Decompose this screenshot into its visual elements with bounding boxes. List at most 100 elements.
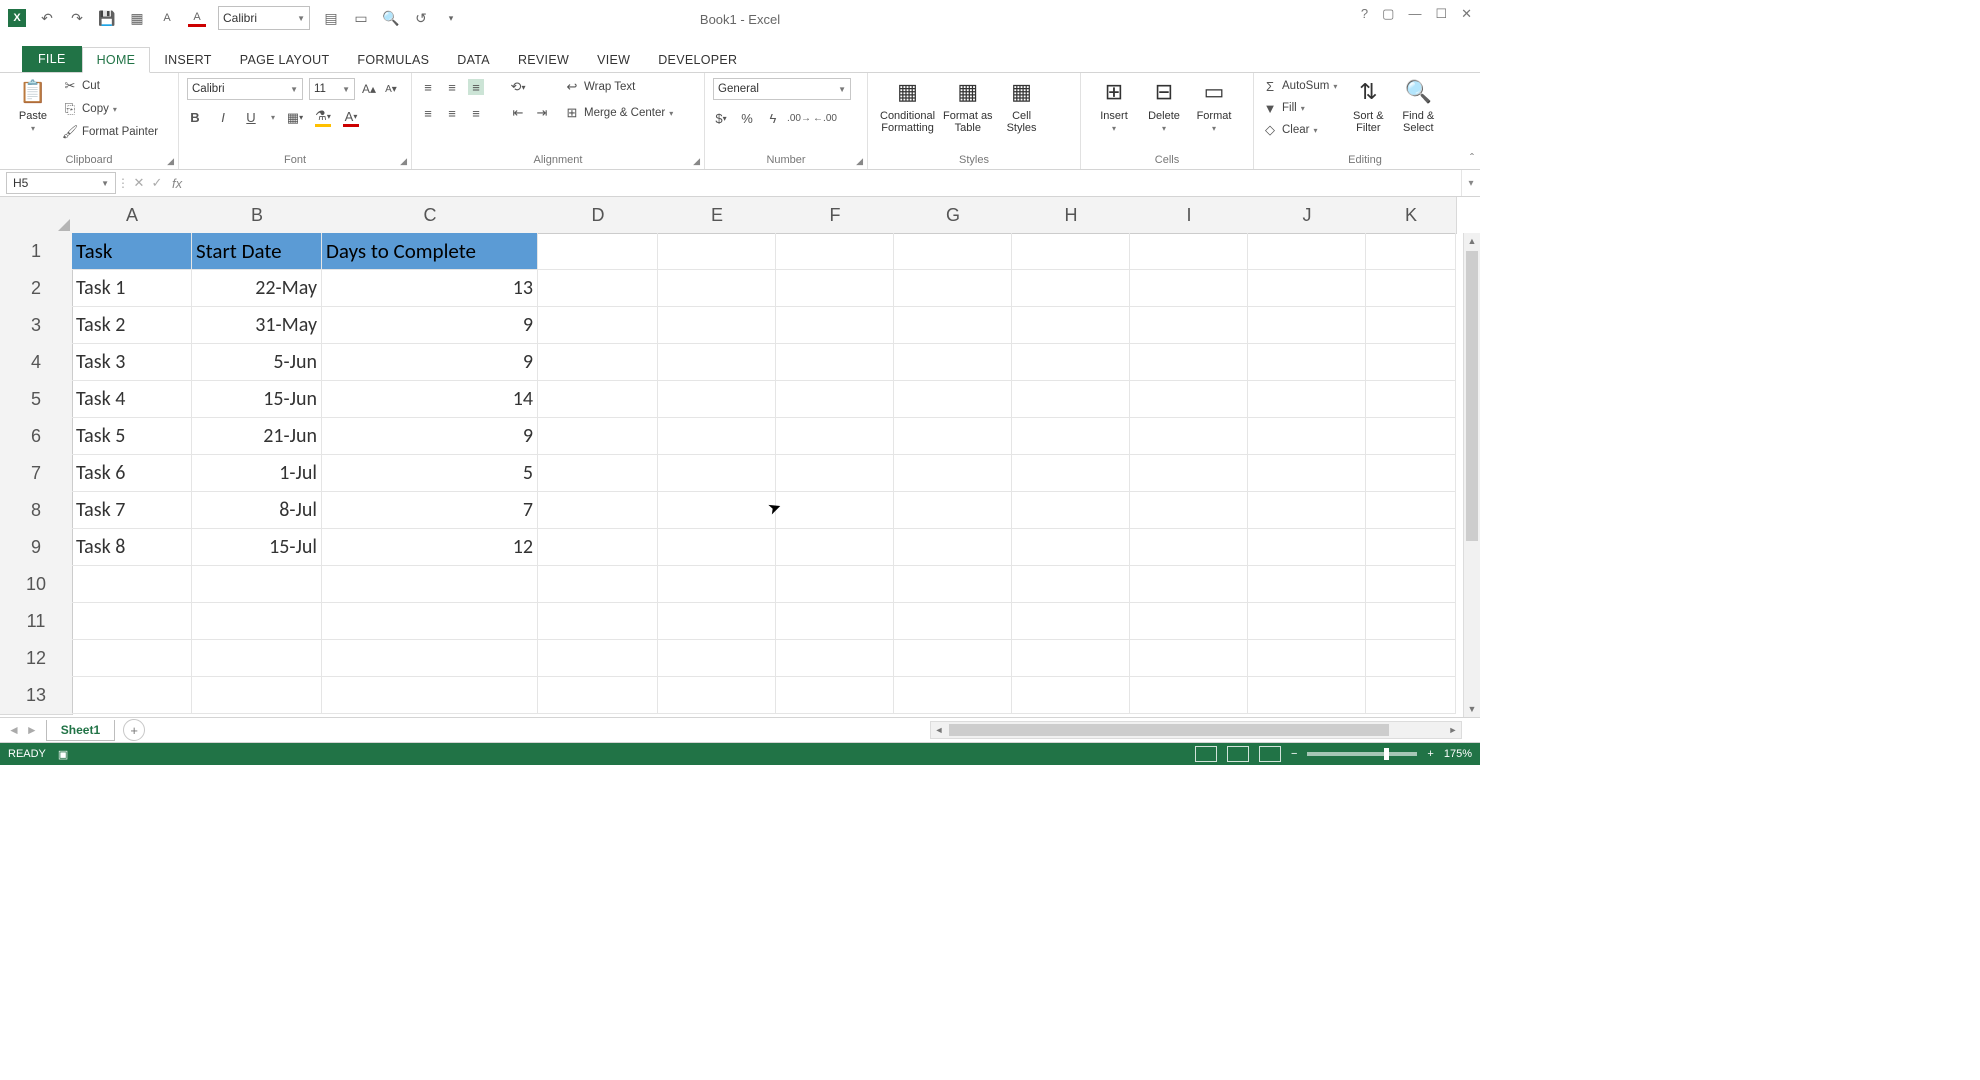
data-cell[interactable]: Task 5 [72, 418, 192, 455]
sheet-prev-icon[interactable]: ◄ [8, 723, 20, 737]
wrap-text-button[interactable]: ↩Wrap Text [564, 79, 673, 95]
cell[interactable] [322, 677, 538, 714]
cell[interactable] [894, 677, 1012, 714]
cell[interactable] [1130, 677, 1248, 714]
data-cell[interactable]: 14 [322, 381, 538, 418]
cell[interactable] [658, 270, 776, 307]
col-header-A[interactable]: A [72, 197, 193, 234]
clear-button[interactable]: ◇Clear▾ [1262, 122, 1337, 138]
align-middle-icon[interactable]: ≡ [444, 79, 460, 95]
cell[interactable] [1012, 640, 1130, 677]
row-header-10[interactable]: 10 [0, 566, 73, 604]
merge-center-button[interactable]: ⊞Merge & Center▾ [564, 105, 673, 121]
tab-file[interactable]: FILE [22, 46, 82, 72]
format-painter-button[interactable]: 🖌Format Painter [62, 124, 158, 140]
undo-icon[interactable]: ↶ [38, 9, 56, 27]
cell[interactable] [776, 270, 894, 307]
cell[interactable] [1130, 344, 1248, 381]
cell[interactable] [538, 307, 658, 344]
cell[interactable] [894, 344, 1012, 381]
cell[interactable] [538, 677, 658, 714]
cell[interactable] [1012, 492, 1130, 529]
cell[interactable] [1366, 270, 1456, 307]
cell[interactable] [1248, 492, 1366, 529]
minimize-button[interactable]: — [1408, 6, 1421, 22]
tab-home[interactable]: HOME [82, 47, 151, 73]
cell[interactable] [658, 640, 776, 677]
cell[interactable] [894, 566, 1012, 603]
data-cell[interactable]: 5-Jun [192, 344, 322, 381]
row-header-1[interactable]: 1 [0, 233, 73, 271]
cell[interactable] [894, 455, 1012, 492]
cell[interactable] [1248, 418, 1366, 455]
insert-cells-button[interactable]: ⊞Insert▾ [1089, 76, 1139, 133]
col-header-G[interactable]: G [894, 197, 1013, 234]
cell[interactable] [894, 603, 1012, 640]
collapse-ribbon-icon[interactable]: ˆ [1470, 151, 1474, 165]
cell[interactable] [1248, 381, 1366, 418]
cell[interactable] [894, 640, 1012, 677]
fx-icon[interactable]: fx [172, 176, 182, 191]
cell[interactable] [776, 381, 894, 418]
cell[interactable] [658, 492, 776, 529]
col-header-E[interactable]: E [658, 197, 777, 234]
row-header-4[interactable]: 4 [0, 344, 73, 382]
cell[interactable] [776, 344, 894, 381]
comma-icon[interactable]: ϟ [765, 110, 781, 126]
number-format-combo[interactable]: General▼ [713, 78, 851, 100]
qat-icon-4[interactable]: ↺ [412, 9, 430, 27]
data-cell[interactable]: 21-Jun [192, 418, 322, 455]
cell[interactable] [1012, 418, 1130, 455]
cell[interactable] [776, 418, 894, 455]
cell[interactable] [1366, 307, 1456, 344]
zoom-out-icon[interactable]: − [1291, 748, 1297, 760]
font-color-icon[interactable]: A [188, 10, 206, 27]
increase-font-icon[interactable]: A▴ [361, 81, 377, 97]
cell[interactable] [1366, 566, 1456, 603]
cell[interactable] [1130, 492, 1248, 529]
qat-icon-1[interactable]: ▤ [322, 9, 340, 27]
cell[interactable] [1012, 270, 1130, 307]
cell[interactable] [72, 603, 192, 640]
data-cell[interactable]: 13 [322, 270, 538, 307]
zoom-in-icon[interactable]: + [1427, 748, 1433, 760]
cell[interactable] [538, 344, 658, 381]
format-cells-button[interactable]: ▭Format▾ [1189, 76, 1239, 133]
cell[interactable] [1012, 566, 1130, 603]
italic-button[interactable]: I [215, 110, 231, 126]
enter-formula-icon[interactable]: ✓ [148, 175, 166, 191]
cell[interactable] [776, 566, 894, 603]
cell[interactable] [1366, 381, 1456, 418]
fill-button[interactable]: ▼Fill▾ [1262, 100, 1337, 116]
cell[interactable] [1012, 603, 1130, 640]
row-header-7[interactable]: 7 [0, 455, 73, 493]
page-break-view-icon[interactable] [1259, 746, 1281, 762]
select-all-corner[interactable] [0, 197, 73, 234]
row-header-9[interactable]: 9 [0, 529, 73, 567]
cell[interactable] [192, 640, 322, 677]
cell[interactable] [776, 529, 894, 566]
cell[interactable] [1012, 233, 1130, 270]
cell[interactable] [1248, 566, 1366, 603]
cell[interactable] [776, 233, 894, 270]
cell[interactable] [1012, 455, 1130, 492]
row-header-13[interactable]: 13 [0, 677, 73, 715]
cell[interactable] [192, 566, 322, 603]
data-cell[interactable]: Task 2 [72, 307, 192, 344]
cell[interactable] [1012, 677, 1130, 714]
qat-icon-2[interactable]: ▭ [352, 9, 370, 27]
increase-decimal-icon[interactable]: .00→ [791, 110, 807, 126]
cell[interactable] [1248, 603, 1366, 640]
row-header-5[interactable]: 5 [0, 381, 73, 419]
borders-icon[interactable]: ▦▾ [287, 110, 303, 126]
tab-review[interactable]: REVIEW [504, 48, 583, 72]
cell[interactable] [1012, 529, 1130, 566]
format-as-table-button[interactable]: ▦Format as Table [939, 76, 997, 134]
font-size-up-icon[interactable]: A [158, 9, 176, 27]
cell[interactable] [1130, 233, 1248, 270]
row-header-11[interactable]: 11 [0, 603, 73, 641]
cell[interactable] [1130, 455, 1248, 492]
col-header-J[interactable]: J [1248, 197, 1367, 234]
data-cell[interactable]: Task 3 [72, 344, 192, 381]
orientation-icon[interactable]: ⟲▾ [510, 79, 526, 95]
